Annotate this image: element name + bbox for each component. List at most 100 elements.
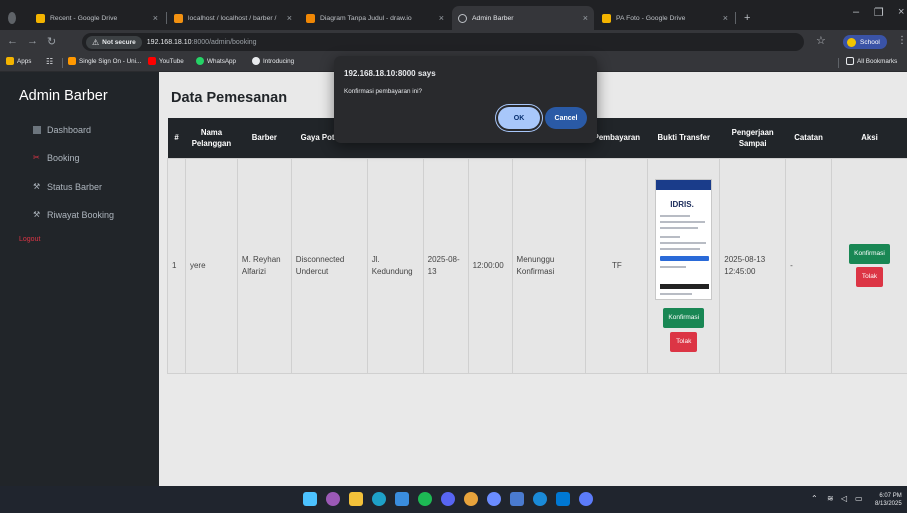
transfer-receipt-image[interactable]: IDRIS. xyxy=(655,179,713,300)
cell-jam: 12:00:00 xyxy=(467,157,513,374)
security-indicator[interactable]: ⚠ Not secure xyxy=(86,35,142,49)
tab-recent-google-drive[interactable]: Recent - Google Drive × xyxy=(30,6,164,30)
file-explorer-icon[interactable] xyxy=(349,492,363,506)
google-drive-icon xyxy=(602,13,611,23)
col-header: Aksi xyxy=(831,118,907,158)
cell-potongan: Disconnected Undercut xyxy=(290,157,368,374)
cell-tanggal: 2025-08-13 xyxy=(422,157,469,374)
tools-icon: ⚒ xyxy=(33,210,41,219)
cell-pembayaran: TF xyxy=(585,157,649,374)
forward-icon[interactable]: → xyxy=(27,35,38,47)
close-icon[interactable]: × xyxy=(287,13,292,23)
window-close-icon[interactable]: × xyxy=(898,6,904,18)
dialog-ok-button[interactable]: OK xyxy=(498,107,540,129)
receipt-logo: IDRIS. xyxy=(670,200,694,209)
scissors-icon: ✂ xyxy=(33,153,40,162)
spotify-icon[interactable] xyxy=(418,492,432,506)
bookmark-apps[interactable]: Apps xyxy=(6,57,31,65)
address-bar[interactable]: ⚠ Not secure 192.168.18.10:8000/admin/bo… xyxy=(82,33,804,51)
col-header: Nama Pelanggan xyxy=(185,118,238,158)
bookmark-introducing[interactable]: Introducing xyxy=(252,57,294,65)
sidebar-item-dashboard[interactable]: Dashboard xyxy=(33,125,91,135)
windows-start-icon[interactable] xyxy=(303,492,317,506)
folder-icon xyxy=(846,57,854,65)
cell-pengerjaan: 2025-08-13 12:45:00 xyxy=(719,157,787,374)
system-clock[interactable]: 6:07 PM 8/13/2025 xyxy=(875,492,902,508)
restore-icon[interactable]: ❐ xyxy=(874,6,884,19)
discord-icon[interactable] xyxy=(441,492,455,506)
cell-aksi: Konfirmasi Tolak xyxy=(831,157,907,374)
profile-button[interactable]: School xyxy=(843,35,887,49)
avatar xyxy=(847,37,856,47)
dialog-message: Konfirmasi pembayaran ini? xyxy=(344,88,423,95)
logout-link[interactable]: Logout xyxy=(19,236,40,243)
close-icon[interactable]: × xyxy=(439,13,444,23)
taskbar: ⌃ ≋ ◁ ▭ 6:07 PM 8/13/2025 xyxy=(0,486,907,513)
copilot-icon[interactable] xyxy=(326,492,340,506)
volume-icon[interactable]: ◁ xyxy=(841,494,847,503)
brand-title: Admin Barber xyxy=(19,88,108,104)
bookmark-single-sign-on[interactable]: Single Sign On - Uni... xyxy=(68,57,141,65)
edge-icon[interactable] xyxy=(372,492,386,506)
close-icon[interactable]: × xyxy=(583,13,588,23)
sidebar-item-riwayat-booking[interactable]: ⚒ Riwayat Booking xyxy=(33,210,114,220)
col-header: Barber xyxy=(237,118,292,158)
store-icon[interactable] xyxy=(395,492,409,506)
all-bookmarks[interactable]: All Bookmarks xyxy=(846,57,897,65)
col-header: Catatan xyxy=(785,118,832,158)
confirm-dialog: 192.168.18.10:8000 says Konfirmasi pemba… xyxy=(334,56,597,143)
tools-icon: ⚒ xyxy=(33,182,41,191)
browser-app-icon[interactable] xyxy=(579,492,593,506)
back-icon[interactable]: ← xyxy=(7,35,18,47)
university-icon xyxy=(68,57,76,65)
app-icon[interactable] xyxy=(533,492,547,506)
cell-status: Menunggu Konfirmasi xyxy=(511,157,587,374)
tab-search-button[interactable] xyxy=(2,6,22,30)
new-tab-button[interactable]: + xyxy=(738,6,754,30)
dialog-cancel-button[interactable]: Cancel xyxy=(545,107,587,129)
vscode-icon[interactable] xyxy=(556,492,570,506)
bukti-konfirmasi-button[interactable]: Konfirmasi xyxy=(663,308,705,328)
globe-icon xyxy=(458,13,467,23)
wifi-icon[interactable]: ≋ xyxy=(827,494,834,503)
close-icon[interactable]: × xyxy=(153,13,158,23)
bookmark-star-icon[interactable]: ☆ xyxy=(816,34,826,47)
tab-admin-barber[interactable]: Admin Barber × xyxy=(452,6,594,30)
cell-alamat: Jl. Kedundung xyxy=(366,157,424,374)
tab-drawio[interactable]: Diagram Tanpa Judul - draw.io × xyxy=(300,6,450,30)
minimize-icon[interactable]: – xyxy=(853,6,859,18)
battery-icon[interactable]: ▭ xyxy=(855,494,863,503)
table-row: 1 yere M. Reyhan Alfarizi Disconnected U… xyxy=(167,157,907,374)
col-header: Pengerjaan Sampai xyxy=(719,118,786,158)
chrome-profile-icon[interactable] xyxy=(487,492,501,506)
browser-toolbar: ← → ↻ ⚠ Not secure 192.168.18.10:8000/ad… xyxy=(0,30,907,54)
openai-icon xyxy=(252,57,260,65)
reload-icon[interactable]: ↻ xyxy=(47,35,56,48)
chevron-up-icon[interactable]: ⌃ xyxy=(811,494,818,503)
close-icon[interactable]: × xyxy=(723,13,728,23)
google-drive-icon xyxy=(36,13,45,23)
apps-grid-icon xyxy=(6,57,14,65)
sidebar-item-booking[interactable]: ✂ Booking xyxy=(33,153,80,163)
tolak-button[interactable]: Tolak xyxy=(855,267,884,287)
konfirmasi-button[interactable]: Konfirmasi xyxy=(849,244,890,264)
bukti-tolak-button[interactable]: Tolak xyxy=(670,332,698,352)
tab-phpmyadmin[interactable]: localhost / localhost / barber / × xyxy=(168,6,298,30)
youtube-icon xyxy=(148,57,156,65)
sidebar-item-status-barber[interactable]: ⚒ Status Barber xyxy=(33,182,102,192)
word-icon[interactable] xyxy=(510,492,524,506)
cell-catatan: - xyxy=(785,157,833,374)
drawio-icon xyxy=(306,13,315,23)
page-title: Data Pemesanan xyxy=(171,90,288,106)
bookmark-youtube[interactable]: YouTube xyxy=(148,57,184,65)
cell-bukti-transfer: IDRIS. Konfirmasi Tolak xyxy=(647,157,721,374)
tab-pa-foto-google-drive[interactable]: PA Foto - Google Drive × xyxy=(596,6,734,30)
url-text: 192.168.18.10:8000/admin/booking xyxy=(146,38,257,46)
dashboard-icon xyxy=(33,126,41,134)
chrome-icon[interactable] xyxy=(464,492,478,506)
clock-date: 8/13/2025 xyxy=(875,501,902,507)
menu-icon[interactable]: ⋮ xyxy=(897,35,907,46)
tab-groups-icon[interactable]: ☷ xyxy=(46,57,53,66)
bookmark-whatsapp[interactable]: WhatsApp xyxy=(196,57,236,65)
col-header: # xyxy=(167,118,186,158)
